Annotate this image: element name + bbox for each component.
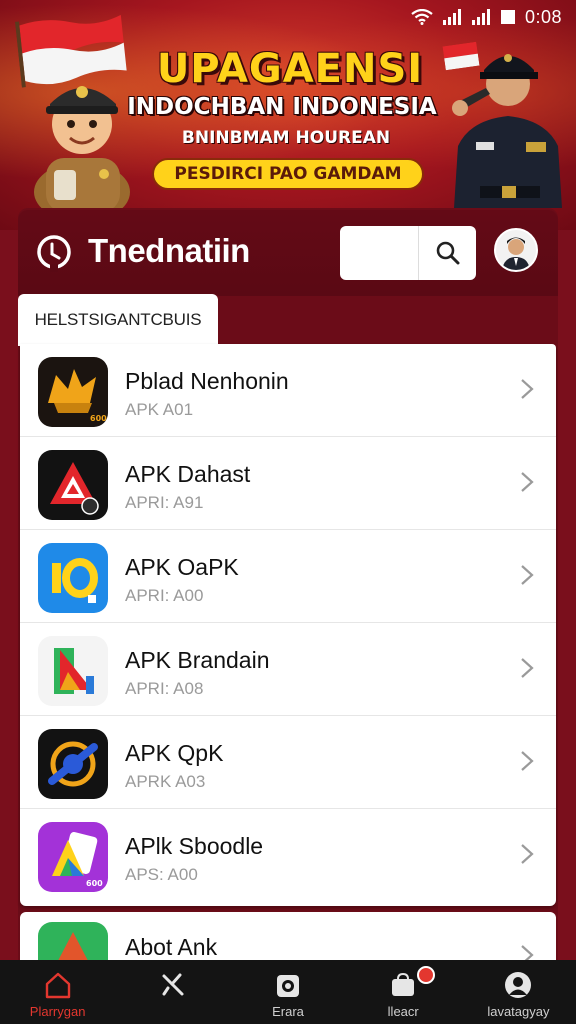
chevron-right-icon (521, 472, 534, 492)
search-box (340, 226, 476, 280)
app-name: APK QpK (125, 740, 224, 766)
banner-subtitle: INDOCHBAN INDONESIA (127, 94, 437, 120)
chevron-right-icon (521, 658, 534, 678)
tools-icon (162, 973, 184, 996)
signal-icon (442, 9, 461, 25)
banner-tagline: BNINBMAM HOUREAN (181, 128, 391, 148)
app-version: APRK A03 (125, 772, 206, 791)
search-button[interactable] (418, 226, 476, 280)
nav-label: Plarrygan (29, 1004, 86, 1019)
user-avatar[interactable] (494, 228, 538, 272)
list-item[interactable]: 600 Pblad Nenhonin APK A01 (20, 344, 556, 437)
app-version: APRI: A91 (125, 493, 204, 512)
nav-label: lleacr (387, 1004, 419, 1019)
battery-icon (500, 10, 515, 24)
tab-category[interactable]: HELSTSIGANTCBUIS (18, 294, 218, 346)
search-icon (436, 241, 459, 265)
chevron-right-icon (521, 565, 534, 585)
app-name: APK OaPK (125, 554, 239, 580)
cards-logo-icon: 600 (38, 822, 108, 892)
app-name: Pblad Nenhonin (125, 368, 289, 394)
list-item[interactable]: APK OaPK APRI: A00 (20, 530, 556, 623)
app-name: APK Brandain (125, 647, 270, 673)
banner-cta-button[interactable]: PESDIRCI PAO GAMDAM (152, 158, 424, 190)
triangle-logo-icon (38, 450, 108, 520)
police-mascot-illustration (34, 86, 130, 212)
ring-logo-icon (38, 729, 108, 799)
nav-item-profile[interactable]: lavatagyay (461, 960, 576, 1024)
chevron-right-icon (521, 751, 534, 771)
app-version: APRI: A00 (125, 586, 204, 605)
chevron-right-icon (521, 379, 534, 399)
status-bar: 0:08 (411, 4, 562, 30)
app-name: Abot Ank (125, 934, 218, 960)
notification-badge (417, 966, 436, 984)
list-item[interactable]: APK Brandain APRI: A08 (20, 623, 556, 716)
camera-icon (277, 975, 299, 997)
nav-label: lavatagyay (487, 1004, 550, 1019)
nav-label: Erara (272, 1004, 304, 1019)
signal-icon-2 (471, 9, 490, 25)
banner-title: UPAGAENSI (156, 46, 424, 92)
nav-item-camera[interactable]: Erara (230, 960, 345, 1024)
app-name: APlk Sboodle (125, 833, 264, 859)
nav-item-tools[interactable] (115, 960, 230, 1024)
nav-item-bag[interactable]: lleacr (346, 960, 461, 1024)
list-item[interactable]: APK Dahast APRI: A91 (20, 437, 556, 530)
list-item[interactable]: 600 APlk Sboodle APS: A00 (20, 809, 556, 902)
svg-text:600: 600 (86, 879, 103, 888)
promo-banner[interactable]: UPAGAENSI INDOCHBAN INDONESIA BNINBMAM H… (0, 0, 576, 230)
avatar-portrait-icon (496, 230, 536, 270)
wifi-icon (411, 9, 433, 25)
app-title: Tnednatiin (88, 232, 250, 269)
list-item[interactable]: APK QpK APRK A03 (20, 716, 556, 809)
bottom-nav: Plarrygan Erara lleacr lavatagyay (0, 960, 576, 1024)
play-logo-icon (38, 636, 108, 706)
profile-icon (505, 972, 532, 998)
crown-icon: 600 (38, 357, 108, 427)
svg-text:600: 600 (90, 414, 107, 423)
app-version: APK A01 (125, 400, 194, 419)
app-logo-icon[interactable] (34, 232, 74, 272)
app-version: APRI: A08 (125, 679, 204, 698)
app-list: 600 Pblad Nenhonin APK A01 APK Dahast AP… (20, 344, 556, 906)
app-version: APS: A00 (125, 865, 198, 884)
home-icon (45, 972, 70, 999)
police-officer-illustration (452, 54, 562, 208)
bag-icon (392, 972, 415, 996)
chevron-right-icon (521, 844, 534, 864)
app-name: APK Dahast (125, 461, 251, 487)
io-logo-icon (38, 543, 108, 613)
search-input[interactable] (340, 226, 418, 280)
nav-item-home[interactable]: Plarrygan (0, 960, 115, 1024)
status-time: 0:08 (524, 6, 562, 27)
